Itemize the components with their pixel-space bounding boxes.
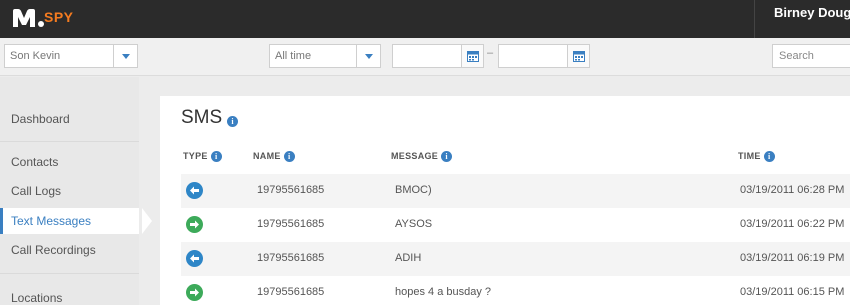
- message-time: 03/19/2011 06:28 PM: [740, 184, 845, 196]
- sidebar: Dashboard Contacts Call Logs Text Messag…: [0, 77, 152, 305]
- date-to-calendar-button[interactable]: [567, 45, 589, 67]
- sidebar-item-call-recordings[interactable]: Call Recordings: [0, 237, 139, 263]
- table-row[interactable]: 19795561685 AYSOS 03/19/2011 06:22 PM: [181, 208, 850, 242]
- period-select-toggle[interactable]: [356, 45, 380, 67]
- date-to-field[interactable]: [498, 44, 590, 68]
- column-header-message[interactable]: MESSAGE i: [391, 151, 453, 163]
- device-select-toggle[interactable]: [113, 45, 137, 67]
- user-name[interactable]: Birney Dougl: [774, 5, 850, 20]
- sidebar-item-locations[interactable]: Locations: [0, 285, 139, 305]
- message-text: hopes 4 a busday ?: [395, 286, 492, 298]
- sidebar-divider: [0, 141, 139, 142]
- info-icon[interactable]: i: [283, 151, 295, 163]
- sidebar-item-contacts[interactable]: Contacts: [0, 149, 139, 175]
- period-select[interactable]: All time: [269, 44, 381, 68]
- date-from-calendar-button[interactable]: [461, 45, 483, 67]
- date-separator: –: [487, 47, 494, 59]
- logo-text: SPY: [44, 9, 74, 25]
- message-name: 19795561685: [257, 286, 325, 298]
- sidebar-item-label: Text Messages: [11, 214, 92, 228]
- table-row[interactable]: 19795561685 hopes 4 a busday ? 03/19/201…: [181, 276, 850, 305]
- device-select[interactable]: Son Kevin: [4, 44, 138, 68]
- calendar-icon: [573, 51, 585, 62]
- message-text: BMOC): [395, 184, 432, 196]
- message-name: 19795561685: [257, 218, 325, 230]
- period-select-value: All time: [275, 50, 312, 62]
- info-icon[interactable]: i: [227, 116, 238, 127]
- column-header-type[interactable]: TYPE i: [183, 151, 222, 163]
- outgoing-arrow-icon: [186, 284, 203, 301]
- message-name: 19795561685: [257, 252, 325, 264]
- column-header-label: TYPE: [183, 151, 208, 161]
- info-icon[interactable]: i: [441, 151, 453, 163]
- sidebar-item-call-logs[interactable]: Call Logs: [0, 178, 139, 204]
- info-icon[interactable]: i: [763, 151, 775, 163]
- message-text: ADIH: [395, 252, 422, 264]
- sidebar-item-dashboard[interactable]: Dashboard: [0, 106, 139, 132]
- chevron-down-icon: [365, 54, 373, 59]
- message-time: 03/19/2011 06:22 PM: [740, 218, 845, 230]
- active-pointer: [142, 208, 152, 234]
- top-divider: [754, 0, 755, 38]
- mspy-logo[interactable]: [11, 7, 47, 29]
- message-text: AYSOS: [395, 218, 433, 230]
- column-header-time[interactable]: TIME i: [738, 151, 775, 163]
- column-header-label: MESSAGE: [391, 151, 439, 161]
- message-time: 03/19/2011 06:19 PM: [740, 252, 845, 264]
- incoming-arrow-icon: [186, 182, 203, 199]
- chevron-down-icon: [122, 54, 130, 59]
- outgoing-arrow-icon: [186, 216, 203, 233]
- message-name: 19795561685: [257, 184, 325, 196]
- table-row[interactable]: 19795561685 BMOC) 03/19/2011 06:28 PM: [181, 174, 850, 208]
- sidebar-divider: [0, 273, 139, 274]
- column-header-name[interactable]: NAME i: [253, 151, 295, 163]
- column-header-label: TIME: [738, 151, 761, 161]
- top-bar: SPY Birney Dougl: [0, 0, 850, 38]
- date-from-field[interactable]: [392, 44, 484, 68]
- search-input[interactable]: [772, 44, 850, 68]
- column-header-label: NAME: [253, 151, 281, 161]
- device-select-value: Son Kevin: [10, 50, 61, 62]
- calendar-icon: [467, 51, 479, 62]
- page-title: SMS: [181, 107, 223, 128]
- info-icon[interactable]: i: [210, 151, 222, 163]
- sidebar-item-text-messages[interactable]: Text Messages: [0, 208, 152, 234]
- incoming-arrow-icon: [186, 250, 203, 267]
- table-row[interactable]: 19795561685 ADIH 03/19/2011 06:19 PM: [181, 242, 850, 276]
- message-time: 03/19/2011 06:15 PM: [740, 286, 845, 298]
